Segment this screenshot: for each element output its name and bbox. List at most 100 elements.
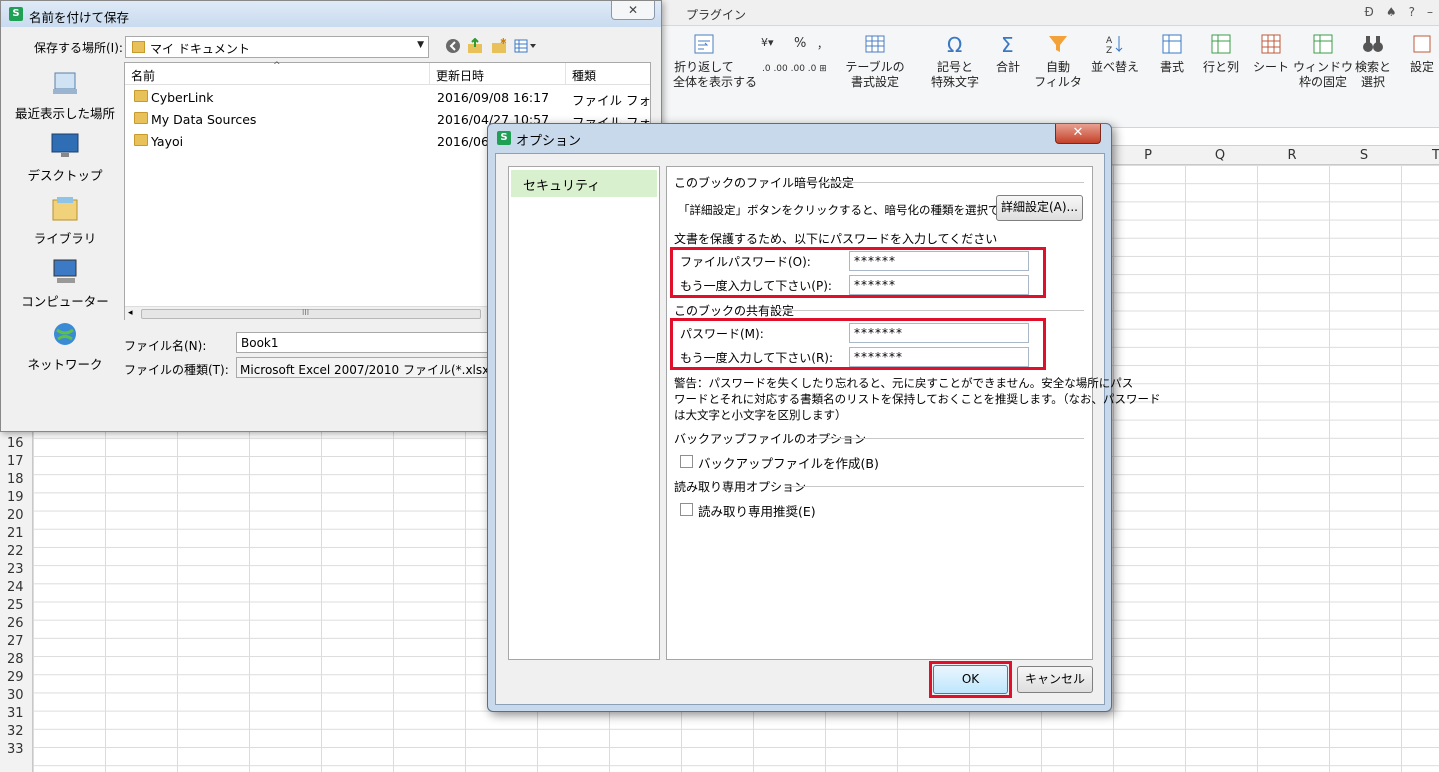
sheet-button[interactable]: シート (1243, 32, 1299, 75)
percent-button[interactable]: % (794, 36, 806, 51)
save-dialog-titlebar[interactable]: S 名前を付けて保存 ✕ (1, 1, 661, 27)
row-header[interactable]: 33 (0, 742, 32, 757)
column-header[interactable]: Q (1184, 148, 1256, 163)
file-row[interactable]: CyberLink 2016/09/08 16:17 ファイル フォ (125, 86, 651, 108)
network-globe-icon (54, 323, 76, 345)
backup-checkbox-label[interactable]: バックアップファイルを作成(B) (698, 453, 879, 472)
find-button[interactable]: 検索と 選択 (1345, 32, 1401, 90)
settings-icon (1413, 35, 1431, 53)
place-desktop[interactable]: デスクトップ (7, 131, 123, 184)
svg-text:Ω: Ω (947, 33, 962, 56)
row-header[interactable]: 29 (0, 670, 32, 685)
minimize-icon[interactable]: – (1427, 5, 1433, 19)
cancel-button[interactable]: キャンセル (1017, 666, 1093, 693)
up-folder-icon[interactable] (467, 38, 483, 54)
row-header[interactable]: 28 (0, 652, 32, 667)
row-header[interactable]: 17 (0, 454, 32, 469)
filename-input[interactable]: Book1 (236, 332, 496, 353)
share-section-title: このブックの共有設定 (674, 304, 795, 318)
new-folder-icon[interactable]: ✱ (491, 38, 507, 54)
place-recent[interactable]: 最近表示した場所 (7, 69, 123, 122)
view-menu-icon[interactable] (514, 38, 538, 54)
close-icon[interactable]: ✕ (611, 1, 655, 20)
library-icon (52, 197, 78, 221)
location-dropdown[interactable]: マイ ドキュメント ▼ (125, 36, 429, 58)
row-header[interactable]: 30 (0, 688, 32, 703)
tab-plugins[interactable]: プラグイン (686, 6, 746, 23)
row-header[interactable]: 25 (0, 598, 32, 613)
scroll-left-icon[interactable]: ◂ (128, 308, 133, 318)
file-date: 2016/09/08 16:17 (437, 90, 550, 105)
omega-icon: Ω (947, 33, 962, 56)
place-libraries[interactable]: ライブラリ (7, 194, 123, 247)
readonly-checkbox-label[interactable]: 読み取り専用推奨(E) (698, 501, 816, 520)
divider (820, 182, 1084, 183)
symbols-button[interactable]: Ω 記号と 特殊文字 (923, 32, 987, 90)
rows-cols-button[interactable]: 行と列 (1193, 32, 1249, 75)
sheet-icon (1261, 34, 1281, 54)
scrollbar-thumb[interactable]: III (141, 308, 481, 319)
rows-cols-icon (1211, 34, 1231, 54)
d-icon[interactable]: Ð (1365, 5, 1374, 19)
scroll-grip: III (302, 308, 310, 317)
column-header[interactable]: R (1256, 148, 1328, 163)
filetype-dropdown[interactable]: Microsoft Excel 2007/2010 ファイル(*.xlsx) (236, 357, 496, 378)
row-header[interactable]: 19 (0, 490, 32, 505)
place-network[interactable]: ネットワーク (7, 320, 123, 373)
computer-icon (53, 259, 77, 283)
sum-button[interactable]: Σ 合計 (983, 32, 1033, 75)
row-header[interactable]: 20 (0, 508, 32, 523)
column-header-name[interactable]: 名前 ^ (125, 61, 430, 85)
sheet-label: シート (1252, 60, 1289, 74)
location-label: 保存する場所(I): (34, 41, 123, 55)
settings-label: 設定 (1409, 60, 1434, 74)
wrap-text-button[interactable]: 折り返して 全体を表示する (673, 32, 757, 90)
horizontal-scrollbar[interactable]: ◂ III (125, 306, 495, 320)
folder-icon (134, 134, 148, 146)
row-header[interactable]: 24 (0, 580, 32, 595)
column-header[interactable]: T (1400, 148, 1439, 163)
column-header[interactable]: S (1328, 148, 1400, 163)
filetype-label: ファイルの種類(T): (124, 363, 229, 377)
highlight-box (670, 318, 1046, 370)
row-header[interactable]: 18 (0, 472, 32, 487)
column-header-type[interactable]: 種類 (566, 63, 650, 85)
row-header[interactable]: 16 (0, 436, 32, 451)
format-button[interactable]: 書式 (1144, 32, 1200, 75)
column-header[interactable]: P (1112, 148, 1184, 163)
advanced-settings-button[interactable]: 詳細設定(A)... (996, 195, 1083, 221)
ok-button[interactable]: OK (933, 665, 1008, 694)
autofilter-button[interactable]: 自動 フィルタ (1033, 32, 1083, 90)
row-header[interactable]: 21 (0, 526, 32, 541)
table-format-button[interactable]: テーブルの 書式設定 (842, 32, 908, 90)
currency-icon[interactable]: ¥▾ (761, 36, 774, 49)
filter-icon (1049, 36, 1067, 52)
row-header[interactable]: 31 (0, 706, 32, 721)
options-titlebar[interactable]: S オプション ✕ (488, 124, 1111, 152)
sort-button[interactable]: AZ 並べ替え (1087, 32, 1143, 75)
row-header[interactable]: 22 (0, 544, 32, 559)
readonly-section-title: 読み取り専用オプション (674, 480, 807, 494)
decimal-icons[interactable]: .0 .00 .00 .0 ⊞ (762, 64, 827, 74)
back-icon[interactable] (445, 38, 461, 54)
question-icon[interactable]: ? (1409, 5, 1415, 19)
backup-checkbox[interactable] (680, 455, 693, 468)
row-header[interactable]: 27 (0, 634, 32, 649)
file-name: Yayoi (151, 134, 184, 149)
row-header[interactable]: 26 (0, 616, 32, 631)
close-icon[interactable]: ✕ (1055, 124, 1101, 144)
readonly-checkbox[interactable] (680, 503, 693, 516)
comma-button[interactable]: ， (817, 36, 828, 52)
symbols-label: 記号と 特殊文字 (930, 60, 979, 89)
settings-button[interactable]: 設定 (1404, 32, 1439, 75)
divider (789, 486, 1084, 487)
row-header[interactable]: 23 (0, 562, 32, 577)
shirt-icon[interactable]: ♠ (1386, 5, 1397, 19)
protect-description: 文書を保護するため、以下にパスワードを入力してください (674, 232, 998, 246)
category-security[interactable]: セキュリティ (511, 170, 657, 197)
place-computer[interactable]: コンピューター (7, 257, 123, 310)
file-name: My Data Sources (151, 112, 257, 127)
freeze-button[interactable]: ウィンドウ 枠の固定 (1293, 32, 1353, 90)
column-header-date[interactable]: 更新日時 (430, 63, 566, 85)
row-header[interactable]: 32 (0, 724, 32, 739)
